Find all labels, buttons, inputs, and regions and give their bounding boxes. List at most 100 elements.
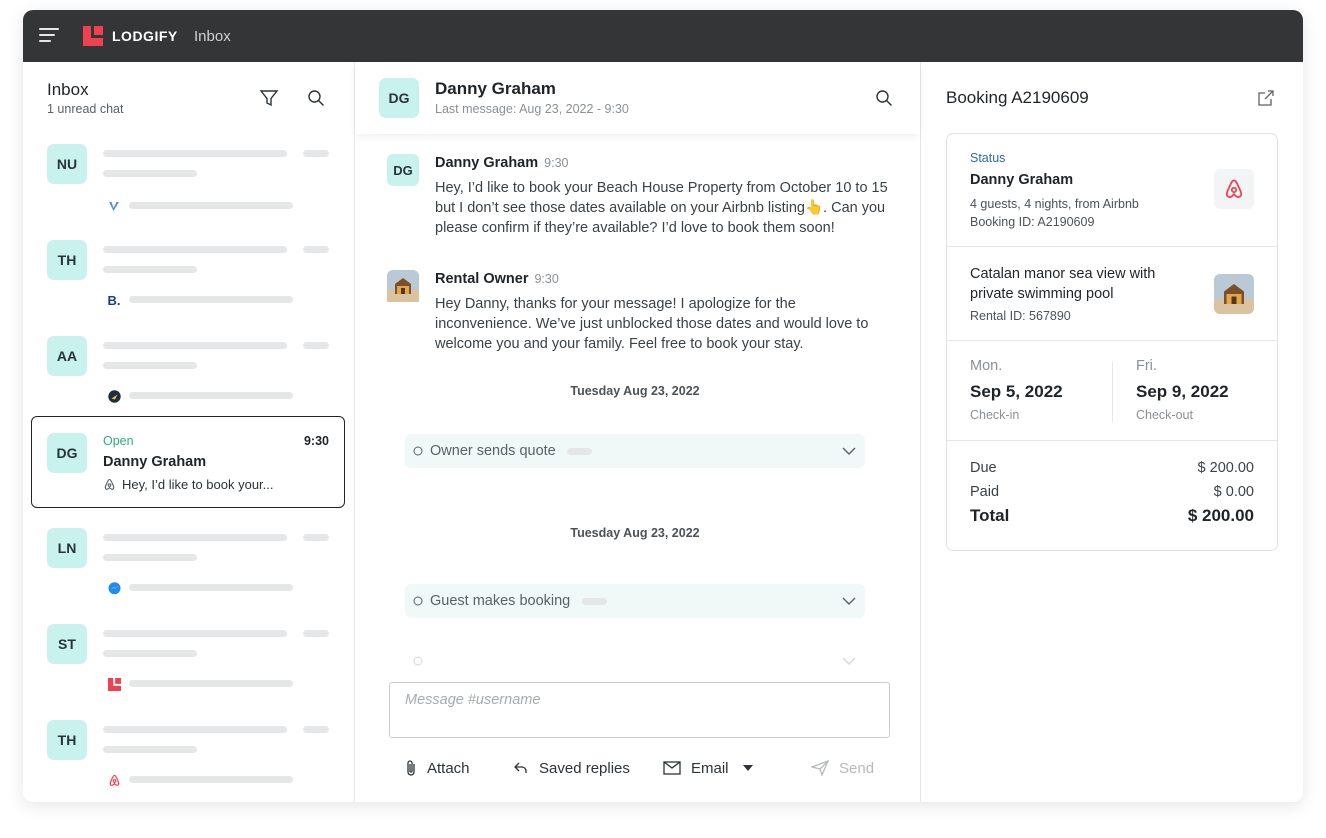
saved-replies-button[interactable]: Saved replies [513,756,630,780]
checkin-label: Check-in [970,408,1020,422]
paperclip-icon [407,760,415,776]
message-sender: Danny Graham 9:30 [435,155,569,171]
message-time: 9:30 [534,272,559,286]
channel-label: Email [691,759,729,777]
attach-button[interactable]: Attach [405,756,470,780]
chat-contact-name: Danny Graham [435,79,556,98]
checkin-day: Mon. [970,358,1003,374]
divider [1112,362,1113,422]
checkout-label: Check-out [1136,408,1193,422]
page-title: Inbox [194,28,231,45]
saved-replies-label: Saved replies [539,759,630,777]
conversation-item-active[interactable]: DG Open 9:30 Danny Graham Hey, I’d like … [31,416,345,508]
send-label: Send [839,759,875,777]
chevron-down-icon [842,657,856,665]
conversation-item[interactable]: TH [47,720,337,800]
guest-details: 4 guests, 4 nights, from Airbnb [970,197,1139,211]
payment-section: Due $ 200.00 Paid $ 0.00 Total $ 200.00 [947,441,1277,550]
avatar: NU [47,144,87,184]
send-button[interactable]: Send [811,756,874,780]
status-label: Status [970,151,1006,165]
conversation-item[interactable]: NU [47,144,337,224]
dates-section: Mon. Sep 5, 2022 Check-in Fri. Sep 9, 20… [947,341,1277,441]
conversation-item[interactable]: ST [47,624,337,704]
chat-bubble-icon [413,596,423,606]
rental-name: Catalan manor sea view with private swim… [970,266,1156,302]
app-window: LODGIFY Inbox Inbox 1 unread chat NU TH … [23,10,1303,802]
mail-icon [663,761,681,775]
attach-label: Attach [427,759,470,777]
chat-bubble-icon [413,446,423,456]
conversation-preview: Hey, I’d like to book your... [103,477,274,492]
caret-down-icon [742,765,753,771]
rental-section: Catalan manor sea view with private swim… [947,247,1277,341]
avatar: ST [47,624,87,664]
search-icon[interactable] [307,89,325,107]
brand-logo[interactable]: LODGIFY [83,26,178,46]
send-icon [811,760,829,776]
inbox-panel: Inbox 1 unread chat NU TH B. AA DG Open … [23,62,355,802]
menu-icon[interactable] [39,28,59,44]
avatar: DG [47,433,87,473]
message-sender: Rental Owner 9:30 [435,271,559,287]
booking-icon: B. [107,292,121,308]
chat-bubble-icon [413,656,423,666]
search-icon[interactable] [875,89,893,107]
conversation-name: Danny Graham [103,454,207,470]
payment-row-paid: Paid $ 0.00 [970,484,1254,500]
chat-panel: DG Danny Graham Last message: Aug 23, 20… [355,62,921,802]
payment-row-due: Due $ 200.00 [970,460,1254,476]
external-link-icon[interactable] [1257,89,1275,107]
payment-label: Due [970,460,997,476]
chevron-down-icon [842,597,856,605]
message-input[interactable]: Message #username [389,682,890,738]
chevron-down-icon [842,447,856,455]
event-owner-sends-quote[interactable]: Owner sends quote [405,434,865,468]
booking-title: Booking A2190609 [946,88,1089,107]
payment-row-total: Total $ 200.00 [970,506,1254,526]
top-bar: LODGIFY Inbox [23,10,1303,62]
vrbo-icon [107,199,121,213]
avatar: DG [379,78,419,118]
chat-header: DG Danny Graham Last message: Aug 23, 20… [355,62,920,134]
message-text: Hey, I’d like to book your Beach House P… [435,180,888,236]
rental-photo [1214,274,1254,314]
inbox-title: Inbox [47,80,89,99]
rental-id: Rental ID: 567890 [970,309,1071,323]
channel-select[interactable]: Email [663,756,753,780]
date-separator: Tuesday Aug 23, 2022 [570,384,700,398]
event-faded [405,648,865,674]
booking-id: Booking ID: A2190609 [970,215,1095,229]
avatar: TH [47,240,87,280]
date-separator: Tuesday Aug 23, 2022 [570,526,700,540]
conversation-item[interactable]: TH B. [47,240,337,320]
event-label: Guest makes booking [430,593,571,609]
owner-avatar [387,270,419,302]
avatar: DG [387,154,419,186]
lodgify-logo-icon [83,26,103,46]
airbnb-icon [104,478,115,490]
conversation-time: 9:30 [303,434,329,448]
checkout-date: Sep 9, 2022 [1136,382,1229,401]
booking-panel: Booking A2190609 Status Danny Graham 4 g… [921,62,1303,802]
message-time: 9:30 [544,156,569,170]
conversation-item[interactable]: LN [47,528,337,608]
payment-amount: $ 0.00 [1213,484,1254,500]
message-text: Hey Danny, thanks for your message! I ap… [435,296,869,352]
status-badge: Open [103,434,134,448]
airbnb-icon [107,773,121,787]
reply-icon [514,762,527,773]
conversation-item[interactable]: AA [47,336,337,416]
payment-amount: $ 200.00 [1197,460,1254,476]
event-label: Owner sends quote [430,443,556,459]
payment-label: Paid [970,484,1000,500]
lodgify-icon [107,677,121,691]
guest-name: Danny Graham [970,172,1074,188]
payment-amount: $ 200.00 [1187,506,1254,525]
booking-card: Status Danny Graham 4 guests, 4 nights, … [946,133,1278,551]
checkin-date: Sep 5, 2022 [970,382,1063,401]
event-guest-makes-booking[interactable]: Guest makes booking [405,584,865,618]
filter-icon[interactable] [259,88,279,108]
brand-name: LODGIFY [112,28,178,44]
preview-text: Hey, I’d like to book your... [122,477,274,492]
